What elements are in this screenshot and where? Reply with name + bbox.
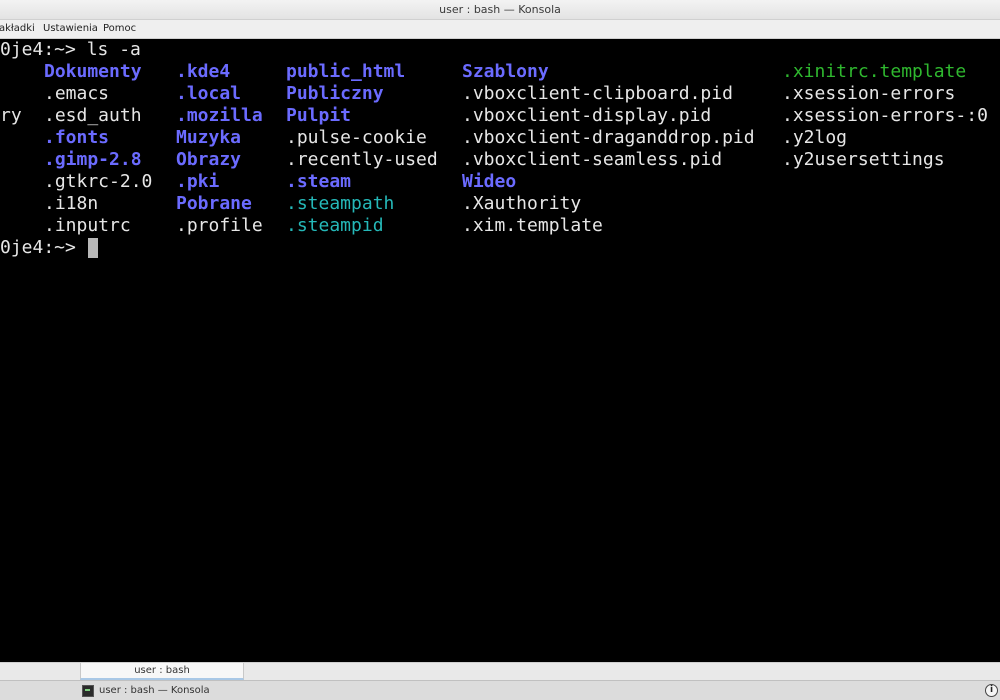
- listing-entry: .vboxclient-seamless.pid: [462, 149, 723, 170]
- menubar: akładki Ustawienia Pomoc: [0, 20, 1000, 39]
- menu-bookmarks[interactable]: akładki: [0, 20, 35, 38]
- listing-entry: .kde4: [176, 61, 231, 82]
- listing-entry: Szablony: [462, 61, 549, 82]
- window-titlebar[interactable]: user : bash — Konsola: [0, 0, 1000, 20]
- window-title: user : bash — Konsola: [439, 3, 561, 16]
- taskbar: user : bash — Konsola i: [0, 680, 1000, 700]
- tab-bar: user : bash: [0, 662, 1000, 680]
- listing-entry: .xim.template: [462, 215, 603, 236]
- listing-entry: .y2usersettings: [782, 149, 945, 170]
- prompt: 0je4:~>: [0, 39, 76, 60]
- listing-entry: Wideo: [462, 171, 517, 192]
- listing-entry: .fonts: [44, 127, 110, 148]
- listing-entry: .i18n: [44, 193, 99, 214]
- listing-entry: .recently-used: [286, 149, 438, 170]
- update-icon[interactable]: i: [985, 684, 998, 697]
- listing-entry: .pulse-cookie: [286, 127, 427, 148]
- listing-entry: ry: [0, 105, 22, 126]
- listing-entry: .pki: [176, 171, 220, 192]
- prompt-line-current: 0je4:~>: [0, 237, 87, 259]
- listing-entry: Pulpit: [286, 105, 352, 126]
- menu-settings[interactable]: Ustawienia: [43, 20, 98, 38]
- listing-entry: .emacs: [44, 83, 110, 104]
- listing-entry: .steam: [286, 171, 352, 192]
- listing-entry: .esd_auth: [44, 105, 142, 126]
- taskbar-item-konsole[interactable]: user : bash — Konsola: [82, 683, 282, 699]
- listing-entry: .vboxclient-draganddrop.pid: [462, 127, 755, 148]
- listing-entry: .xinitrc.template: [782, 61, 967, 82]
- prompt-line: 0je4:~> ls -a: [0, 39, 141, 61]
- listing-entry: .steampid: [286, 215, 384, 236]
- text-cursor: [88, 238, 98, 258]
- terminal-icon: [82, 685, 94, 697]
- listing-entry: .y2log: [782, 127, 848, 148]
- terminal-area[interactable]: 0je4:~> ls -a ry Dokumenty .emacs .esd_auth…: [0, 39, 1000, 662]
- prompt: 0je4:~>: [0, 237, 76, 258]
- command: ls -a: [75, 39, 141, 60]
- listing-entry: .vboxclient-clipboard.pid: [462, 83, 733, 104]
- tray-glyph: i: [989, 685, 994, 695]
- listing-entry: .gimp-2.8: [44, 149, 142, 170]
- listing-entry: Obrazy: [176, 149, 242, 170]
- listing-entry: .mozilla: [176, 105, 263, 126]
- listing-entry: Pobrane: [176, 193, 252, 214]
- listing-entry: .local: [176, 83, 242, 104]
- tab-label: user : bash: [134, 665, 190, 676]
- listing-entry: .gtkrc-2.0: [44, 171, 153, 192]
- taskbar-item-label: user : bash — Konsola: [99, 685, 210, 696]
- listing-entry: public_html: [286, 61, 406, 82]
- tab-user-bash[interactable]: user : bash: [80, 663, 244, 680]
- listing-entry: .steampath: [286, 193, 395, 214]
- listing-entry: .vboxclient-display.pid: [462, 105, 712, 126]
- listing-entry: .Xauthority: [462, 193, 582, 214]
- listing-entry: .xsession-errors-:0: [782, 105, 988, 126]
- listing-entry: .profile: [176, 215, 263, 236]
- konsole-window: user : bash — Konsola akładki Ustawienia…: [0, 0, 1000, 700]
- menu-help[interactable]: Pomoc: [103, 20, 136, 38]
- listing-entry: Publiczny: [286, 83, 384, 104]
- listing-entry: Dokumenty: [44, 61, 142, 82]
- listing-entry: .xsession-errors: [782, 83, 956, 104]
- listing-entry: .inputrc: [44, 215, 131, 236]
- listing-entry: Muzyka: [176, 127, 242, 148]
